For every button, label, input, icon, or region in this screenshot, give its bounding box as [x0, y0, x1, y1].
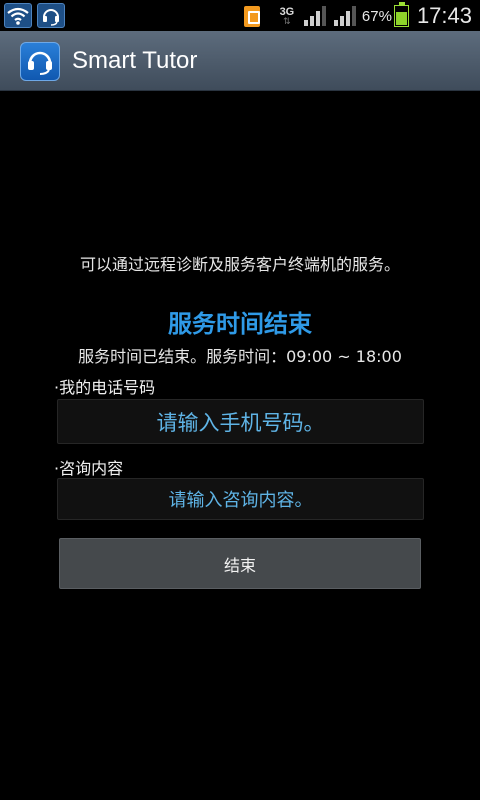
service-description: 可以通过远程诊断及服务客户终端机的服务。: [79, 255, 400, 274]
end-button[interactable]: 结束: [59, 538, 421, 589]
battery-level: [395, 11, 407, 25]
headset-icon[interactable]: [20, 42, 60, 81]
battery-icon: [393, 2, 409, 27]
notification-icons: [4, 3, 65, 28]
clock: 17:43: [416, 3, 472, 28]
sim-icon: [243, 5, 260, 27]
signal-icon-secondary: [333, 6, 356, 26]
service-status-title: 服务时间结束: [168, 310, 312, 338]
inquiry-label: ·咨询内容: [54, 459, 124, 478]
phone-placeholder: 请输入手机号码。: [156, 410, 325, 435]
battery-percentage: 67%: [361, 7, 392, 25]
service-hours-text: 服务时间已结束。服务时间：09:00 ~ 18:00: [78, 347, 402, 366]
headset-icon: [37, 3, 65, 28]
data-arrows-icon: ⇅: [283, 16, 291, 27]
end-button-label: 结束: [223, 555, 256, 575]
signal-icon: [303, 6, 326, 26]
inquiry-input[interactable]: 请输入咨询内容。: [57, 478, 424, 520]
phone-input[interactable]: 请输入手机号码。: [57, 399, 424, 444]
app-title: Smart Tutor: [72, 47, 198, 74]
status-bar: 3G ⇅ 67% 17:43: [0, 0, 480, 31]
inquiry-placeholder: 请输入咨询内容。: [168, 490, 313, 511]
network-type: 3G: [279, 5, 295, 18]
system-indicators: 3G ⇅ 67% 17:43: [243, 2, 472, 30]
phone-label: ·我的电话号码: [54, 378, 156, 397]
app-bar: Smart Tutor: [0, 31, 480, 91]
wifi-icon: [4, 3, 32, 28]
network-indicator: 3G ⇅: [276, 6, 298, 27]
